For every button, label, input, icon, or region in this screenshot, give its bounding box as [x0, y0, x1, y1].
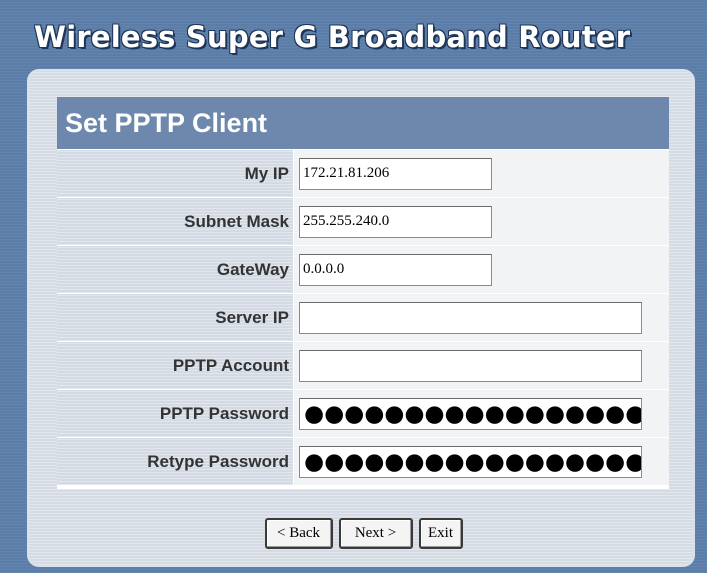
pptp-password-label: PPTP Password — [159, 403, 289, 423]
retype-password-label: Retype Password — [147, 451, 289, 471]
server-ip-input[interactable] — [299, 301, 642, 334]
label-cell: Subnet Mask — [57, 198, 294, 245]
row-server-ip: Server IP — [57, 293, 669, 341]
row-gateway: GateWay — [57, 245, 669, 293]
pptp-account-label: PPTP Account — [172, 355, 289, 375]
my-ip-input[interactable] — [299, 157, 492, 190]
gateway-input[interactable] — [299, 253, 492, 286]
my-ip-label: My IP — [244, 163, 289, 183]
retype-password-input[interactable]: ●●●●●●●●●●●●●●●●●● — [299, 445, 642, 478]
label-cell: My IP — [57, 150, 294, 197]
form-header: Set PPTP Client — [57, 97, 669, 149]
gateway-label: GateWay — [216, 259, 289, 279]
button-bar: < Back Next > Exit — [0, 518, 707, 549]
field-cell — [294, 246, 669, 293]
pptp-form: Set PPTP Client My IP Subnet Mask GateWa… — [57, 97, 669, 489]
label-cell: GateWay — [57, 246, 294, 293]
field-cell: ●●●●●●●●●●●●●●●●●● — [294, 390, 669, 437]
row-pptp-password: PPTP Password ●●●●●●●●●●●●●●●●●● — [57, 389, 669, 437]
next-button[interactable]: Next > — [338, 518, 413, 549]
field-cell — [294, 150, 669, 197]
form-title: Set PPTP Client — [65, 107, 268, 138]
pptp-account-input[interactable] — [299, 349, 642, 382]
row-pptp-account: PPTP Account — [57, 341, 669, 389]
app-title: Wireless Super G Broadband Router — [34, 20, 631, 54]
label-cell: PPTP Account — [57, 342, 294, 389]
field-cell — [294, 342, 669, 389]
back-button[interactable]: < Back — [264, 518, 333, 549]
label-cell: PPTP Password — [57, 390, 294, 437]
label-cell: Retype Password — [57, 438, 294, 485]
exit-button[interactable]: Exit — [418, 518, 463, 549]
field-cell — [294, 294, 669, 341]
field-cell: ●●●●●●●●●●●●●●●●●● — [294, 438, 669, 485]
subnet-mask-label: Subnet Mask — [184, 211, 289, 231]
row-subnet-mask: Subnet Mask — [57, 197, 669, 245]
label-cell: Server IP — [57, 294, 294, 341]
row-my-ip: My IP — [57, 149, 669, 197]
pptp-password-input[interactable]: ●●●●●●●●●●●●●●●●●● — [299, 397, 642, 430]
subnet-mask-input[interactable] — [299, 205, 492, 238]
row-retype-password: Retype Password ●●●●●●●●●●●●●●●●●● — [57, 437, 669, 485]
server-ip-label: Server IP — [215, 307, 289, 327]
field-cell — [294, 198, 669, 245]
